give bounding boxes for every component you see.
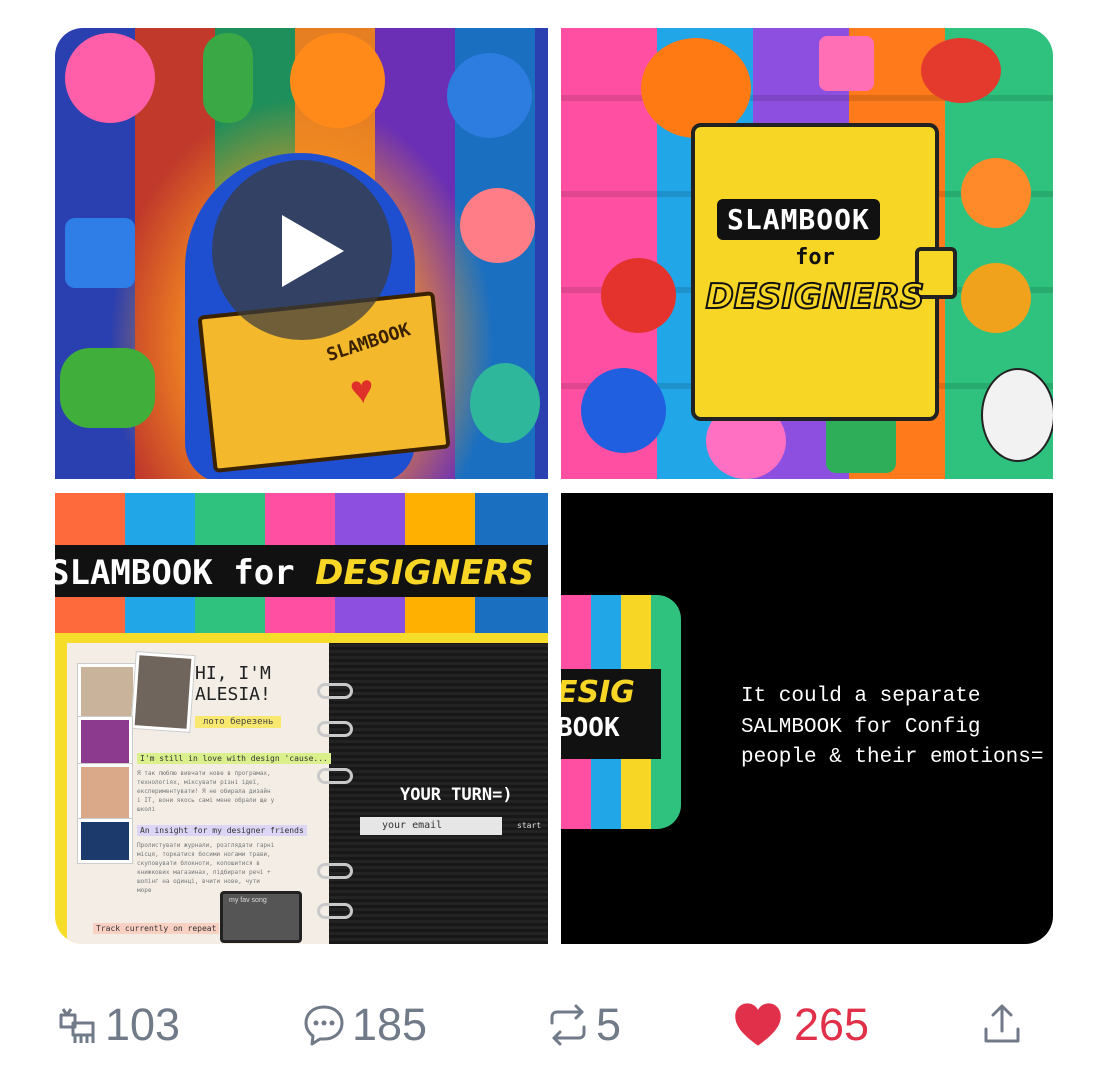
banner-highlight: DESIGNERS (315, 553, 534, 593)
reposts-count: 5 (596, 999, 622, 1050)
share-icon (984, 1004, 1020, 1043)
media-image-cover[interactable]: SLAMBOOK for DESIGNERS (561, 28, 1053, 479)
cover-designers: DESIGNERS (705, 276, 926, 318)
play-button[interactable] (212, 160, 392, 340)
email-field: your email (360, 817, 502, 835)
pink-cat (460, 188, 535, 263)
banner-title: SLAMBOOK for (55, 553, 316, 593)
paragraph-1: Я так люблю вивчати нове в програмах, те… (137, 770, 275, 813)
teal-monster (470, 363, 540, 443)
start-button: start (517, 821, 542, 830)
site-banner: SLAMBOOK for DESIGNERS (55, 545, 548, 597)
pink-monster (819, 36, 874, 91)
cassette-image: my fav song (220, 891, 302, 943)
dog-monster (981, 368, 1053, 462)
goat-icon (59, 1008, 95, 1043)
mini-highlight: ESIG (561, 675, 635, 710)
slambook-cover: SLAMBOOK for DESIGNERS (691, 123, 957, 421)
repost-button[interactable]: 5 (544, 985, 621, 1065)
cover-title: SLAMBOOK (717, 199, 880, 240)
paragraph-2: Пролистувати журнали, розглядати гарні м… (137, 842, 275, 894)
heart-icon: ♥ (347, 366, 377, 414)
photo-dark (77, 818, 133, 864)
greeting: HI, I'M ALESIA! (195, 663, 271, 705)
binder-ring (317, 768, 353, 784)
handle-tag: лото березень (195, 716, 282, 728)
photo-flowers (77, 716, 133, 770)
replies-count: 185 (352, 999, 428, 1050)
media-grid: SLAMBOOK ♥ SLAMBOOK for DESIGNERS SLAMBO… (55, 28, 1053, 944)
note-love-design: I'm still in love with design 'cause... (137, 753, 331, 764)
caption-text: It could a separate SALMBOOK for Config pe… (741, 685, 1044, 769)
cassette-label: my fav song (229, 897, 267, 904)
photo-portrait-2 (130, 651, 196, 733)
binder-ring (317, 863, 353, 879)
media-image-text[interactable]: ESIG BOOK It could a separate SALMBOOK fo… (561, 493, 1053, 944)
heart-icon (735, 1003, 781, 1046)
orange-monster-right (961, 158, 1031, 228)
orange-duck (961, 263, 1031, 333)
photo-portrait-3 (77, 763, 133, 823)
green-croc (60, 348, 155, 428)
share-button[interactable] (978, 985, 1026, 1065)
like-button[interactable]: 265 (732, 985, 869, 1065)
binder-ring (317, 683, 353, 699)
media-image-website[interactable]: SLAMBOOK for DESIGNERS HI, I'M ALESIA! л… (55, 493, 548, 944)
note-insight: An insight for my designer friends (137, 825, 307, 836)
views-count: 103 (105, 999, 181, 1050)
views-button[interactable]: 103 (53, 985, 180, 1065)
blue-square-monster (65, 218, 135, 288)
binder-ring (317, 721, 353, 737)
play-icon (282, 215, 344, 287)
green-cactus (203, 33, 253, 123)
mini-title: BOOK (561, 713, 620, 743)
mushroom-monster (921, 38, 1001, 103)
binder-ring (317, 903, 353, 919)
post-actions-bar: 103 185 5 265 (0, 985, 1100, 1065)
blue-flower (447, 53, 532, 138)
media-video-tile[interactable]: SLAMBOOK ♥ (55, 28, 548, 479)
reply-button[interactable]: 185 (300, 985, 427, 1065)
repost-icon (550, 1004, 586, 1046)
note-track: Track currently on repeat (93, 923, 220, 934)
cover-for: for (795, 245, 835, 270)
photo-portrait-1 (77, 663, 137, 723)
mini-slambook-preview: ESIG BOOK (561, 595, 681, 829)
likes-count: 265 (794, 999, 870, 1050)
blue-ball-monster (581, 368, 666, 453)
red-heart-monster (601, 258, 676, 333)
pink-monster (65, 33, 155, 123)
your-turn-heading: YOUR TURN=) (400, 785, 513, 805)
reply-bubble-icon (304, 1005, 344, 1046)
orange-monster (290, 33, 385, 128)
